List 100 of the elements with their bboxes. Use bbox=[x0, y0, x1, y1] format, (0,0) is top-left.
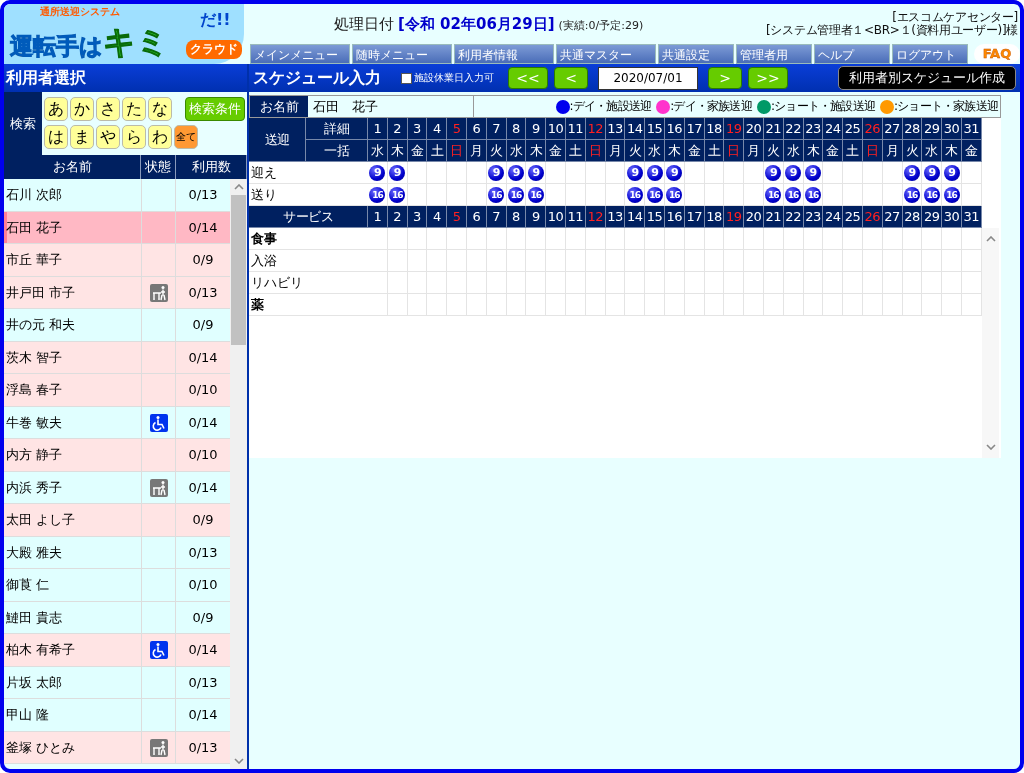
service-cell[interactable] bbox=[704, 250, 725, 272]
service-cell[interactable] bbox=[684, 294, 705, 316]
service-cell[interactable] bbox=[585, 294, 606, 316]
kana-filter-button[interactable]: 全て bbox=[174, 125, 198, 149]
user-row[interactable]: 内浜 秀子 0/14 bbox=[4, 471, 230, 504]
service-cell[interactable] bbox=[506, 228, 527, 250]
service-cell[interactable] bbox=[526, 228, 547, 250]
scroll-up-icon[interactable] bbox=[233, 184, 244, 190]
service-cell[interactable] bbox=[546, 228, 566, 250]
nav-menu-item[interactable]: 随時メニュー bbox=[352, 44, 452, 64]
schedule-cell[interactable] bbox=[605, 162, 626, 184]
service-cell[interactable] bbox=[368, 228, 388, 250]
service-cell[interactable] bbox=[724, 272, 745, 294]
service-cell[interactable] bbox=[605, 228, 626, 250]
service-cell[interactable] bbox=[526, 294, 547, 316]
service-cell[interactable] bbox=[427, 272, 448, 294]
service-cell[interactable] bbox=[605, 272, 626, 294]
kana-filter-button[interactable]: は bbox=[44, 125, 68, 149]
service-cell[interactable] bbox=[387, 228, 408, 250]
service-cell[interactable] bbox=[467, 228, 487, 250]
user-row[interactable]: 大殿 雅夫 0/13 bbox=[4, 536, 230, 569]
service-cell[interactable] bbox=[724, 250, 745, 272]
service-cell[interactable] bbox=[724, 228, 745, 250]
service-cell[interactable] bbox=[922, 294, 943, 316]
service-cell[interactable] bbox=[387, 250, 408, 272]
date-field[interactable]: 2020/07/01 bbox=[598, 66, 698, 90]
service-cell[interactable] bbox=[922, 272, 943, 294]
service-cell[interactable] bbox=[368, 250, 388, 272]
service-cell[interactable] bbox=[486, 228, 507, 250]
schedule-cell[interactable] bbox=[546, 162, 566, 184]
service-cell[interactable] bbox=[862, 294, 883, 316]
service-cell[interactable] bbox=[684, 272, 705, 294]
service-cell[interactable] bbox=[645, 272, 665, 294]
service-cell[interactable] bbox=[724, 294, 745, 316]
service-cell[interactable] bbox=[447, 294, 467, 316]
kana-filter-button[interactable]: な bbox=[148, 97, 172, 121]
service-cell[interactable] bbox=[407, 272, 428, 294]
scrollbar-thumb[interactable] bbox=[231, 195, 246, 345]
service-cell[interactable] bbox=[902, 294, 923, 316]
checkbox[interactable] bbox=[401, 72, 412, 84]
scrollbar[interactable] bbox=[230, 179, 247, 769]
service-cell[interactable] bbox=[942, 228, 962, 250]
user-row[interactable]: 柏木 有希子 0/14 bbox=[4, 634, 230, 667]
service-cell[interactable] bbox=[783, 294, 804, 316]
scroll-down-icon[interactable] bbox=[985, 444, 996, 450]
service-cell[interactable] bbox=[704, 294, 725, 316]
bulk-header[interactable]: 一括 bbox=[306, 140, 368, 162]
schedule-cell[interactable] bbox=[862, 162, 883, 184]
nav-menu-item[interactable]: ログアウト bbox=[892, 44, 968, 64]
service-cell[interactable] bbox=[407, 250, 428, 272]
kana-filter-button[interactable]: ま bbox=[70, 125, 94, 149]
service-cell[interactable] bbox=[823, 228, 844, 250]
service-cell[interactable] bbox=[704, 272, 725, 294]
service-cell[interactable] bbox=[625, 250, 646, 272]
service-cell[interactable] bbox=[625, 294, 646, 316]
service-cell[interactable] bbox=[506, 294, 527, 316]
service-cell[interactable] bbox=[744, 272, 764, 294]
user-row[interactable]: 井の元 和夫 0/9 bbox=[4, 309, 230, 342]
service-cell[interactable] bbox=[942, 272, 962, 294]
detail-header[interactable]: 詳細 bbox=[306, 118, 368, 140]
service-cell[interactable] bbox=[902, 250, 923, 272]
schedule-cell[interactable] bbox=[744, 162, 764, 184]
scrollbar[interactable] bbox=[982, 228, 999, 458]
service-cell[interactable] bbox=[645, 228, 665, 250]
service-cell[interactable] bbox=[565, 250, 586, 272]
user-row[interactable]: 太田 よし子 0/9 bbox=[4, 504, 230, 537]
schedule-cell[interactable] bbox=[684, 162, 705, 184]
service-cell[interactable] bbox=[803, 294, 824, 316]
schedule-cell[interactable] bbox=[407, 162, 428, 184]
service-cell[interactable] bbox=[427, 294, 448, 316]
service-cell[interactable] bbox=[447, 228, 467, 250]
service-cell[interactable] bbox=[942, 294, 962, 316]
service-cell[interactable] bbox=[407, 294, 428, 316]
service-cell[interactable] bbox=[961, 272, 982, 294]
service-cell[interactable] bbox=[922, 228, 943, 250]
service-cell[interactable] bbox=[546, 272, 566, 294]
nav-menu-item[interactable]: ヘルプ bbox=[814, 44, 890, 64]
service-cell[interactable] bbox=[407, 228, 428, 250]
service-cell[interactable] bbox=[645, 250, 665, 272]
service-cell[interactable] bbox=[744, 228, 764, 250]
service-cell[interactable] bbox=[902, 272, 923, 294]
service-cell[interactable] bbox=[486, 250, 507, 272]
service-cell[interactable] bbox=[942, 250, 962, 272]
service-cell[interactable] bbox=[526, 272, 547, 294]
schedule-cell[interactable] bbox=[882, 162, 903, 184]
kana-filter-button[interactable]: や bbox=[96, 125, 120, 149]
schedule-cell[interactable] bbox=[585, 162, 606, 184]
service-cell[interactable] bbox=[882, 228, 903, 250]
service-cell[interactable] bbox=[763, 294, 784, 316]
service-cell[interactable] bbox=[506, 250, 527, 272]
service-cell[interactable] bbox=[664, 228, 685, 250]
schedule-cell[interactable] bbox=[447, 162, 467, 184]
user-row[interactable]: 井戸田 市子 0/13 bbox=[4, 276, 230, 309]
service-cell[interactable] bbox=[447, 250, 467, 272]
service-cell[interactable] bbox=[467, 272, 487, 294]
service-cell[interactable] bbox=[625, 272, 646, 294]
service-cell[interactable] bbox=[605, 250, 626, 272]
nav-menu-item[interactable]: メインメニュー bbox=[250, 44, 350, 64]
service-cell[interactable] bbox=[902, 228, 923, 250]
service-cell[interactable] bbox=[625, 228, 646, 250]
